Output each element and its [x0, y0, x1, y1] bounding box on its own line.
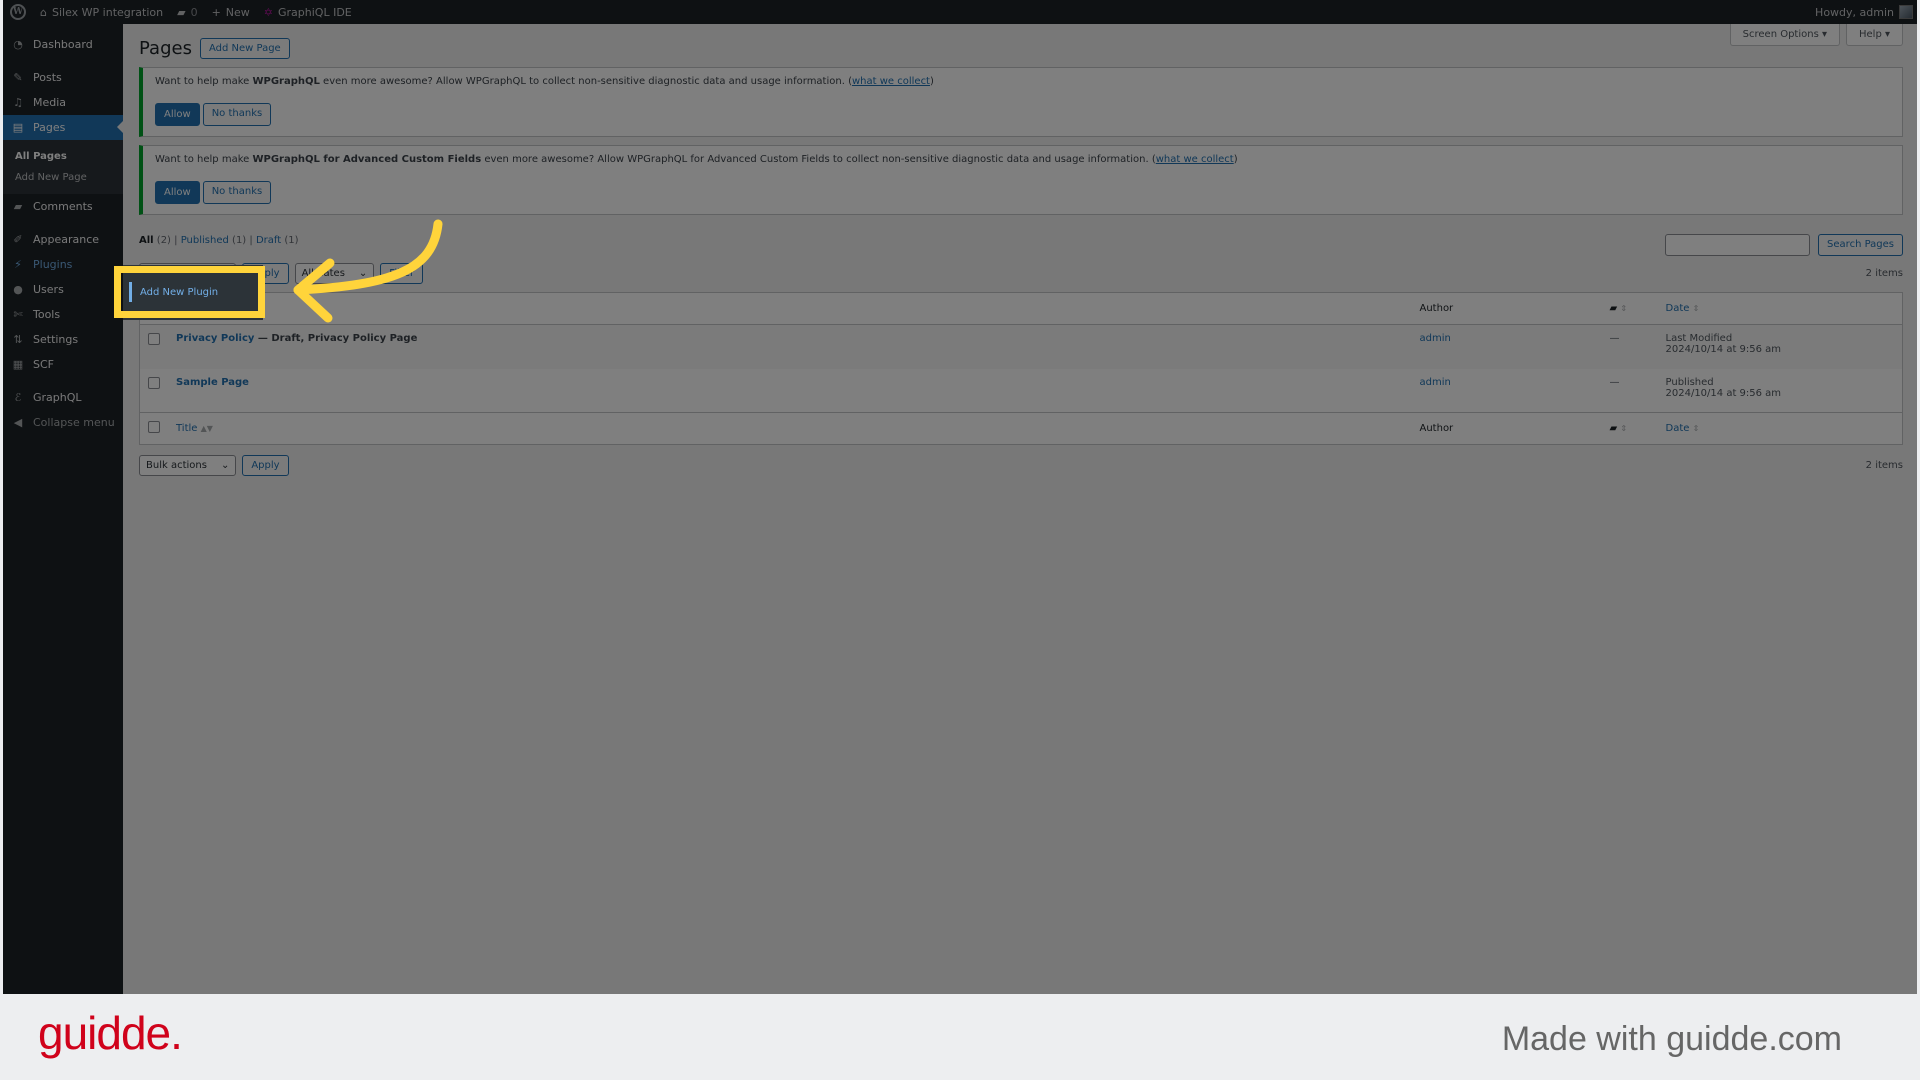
row-checkbox[interactable]: [148, 376, 160, 389]
admin-bar: W ⌂ Silex WP integration ▰ 0 + New ✡ GraphiQ…: [3, 0, 1917, 24]
tablenav-bottom: Bulk actions ⌄ Apply 2 items: [139, 455, 1903, 476]
page-title: Pages: [139, 38, 192, 59]
sidebar-item-appearance[interactable]: ✐ Appearance: [3, 227, 123, 252]
sidebar-item-scf[interactable]: ▦ SCF: [3, 352, 123, 377]
highlight-box: [114, 266, 265, 318]
apply-button[interactable]: Apply: [242, 455, 289, 476]
comment-icon[interactable]: ▰: [1610, 303, 1618, 314]
sidebar-item-dashboard[interactable]: ◔ Dashboard: [3, 32, 123, 57]
graphiql-ide-link[interactable]: ✡ GraphiQL IDE: [257, 0, 359, 24]
sidebar-item-media[interactable]: ♫ Media: [3, 90, 123, 115]
pages-submenu: All Pages Add New Page: [3, 140, 123, 194]
wordpress-icon: W: [10, 4, 26, 20]
admin-sidebar: ◔ Dashboard ✎ Posts ♫ Media ▤ Pages All Page…: [3, 24, 123, 994]
row-checkbox[interactable]: [148, 333, 160, 345]
sidebar-item-pages[interactable]: ▤ Pages: [3, 115, 123, 140]
wrench-icon: ✄: [13, 308, 23, 321]
title-column-sort[interactable]: Title: [176, 423, 197, 434]
sort-icon: ▲▼: [200, 424, 213, 433]
comment-icon: ▰: [177, 5, 186, 19]
bulk-actions-select[interactable]: Bulk actions⌄: [139, 455, 237, 476]
comments-link[interactable]: ▰ 0: [170, 0, 204, 24]
pin-icon: ✎: [13, 71, 23, 84]
dashboard-icon: ◔: [13, 38, 23, 51]
search-pages-button[interactable]: Search Pages: [1818, 234, 1903, 256]
comment-icon: ▰: [13, 200, 23, 213]
search-input[interactable]: [1665, 234, 1811, 256]
user-icon: ●: [13, 283, 23, 296]
author-link[interactable]: admin: [1420, 333, 1451, 344]
sort-icon: ⇕: [1620, 424, 1628, 433]
brush-icon: ✐: [13, 233, 23, 246]
pages-icon: ▤: [12, 121, 24, 134]
sort-icon: ⇕: [1692, 304, 1700, 313]
sidebar-item-tools[interactable]: ✄ Tools: [3, 302, 123, 327]
guidde-footer: guidde. Made with guidde.com: [0, 994, 1920, 1080]
comment-icon[interactable]: ▰: [1610, 423, 1618, 434]
collapse-icon: ◀: [13, 416, 23, 429]
sidebar-item-posts[interactable]: ✎ Posts: [3, 65, 123, 90]
new-content-link[interactable]: + New: [205, 0, 257, 24]
filter-all[interactable]: All: [139, 235, 154, 246]
home-icon: ⌂: [40, 5, 47, 19]
filter-draft[interactable]: Draft: [256, 235, 281, 246]
what-we-collect-link[interactable]: what we collect: [1156, 154, 1234, 165]
sidebar-item-settings[interactable]: ⇅ Settings: [3, 327, 123, 352]
grid-icon: ▦: [12, 358, 24, 371]
made-with-guidde: Made with guidde.com: [1501, 1020, 1842, 1058]
settings-icon: ⇅: [13, 333, 23, 346]
table-row: Privacy Policy — Draft, Privacy Policy P…: [139, 324, 1903, 369]
wpgraphql-tracking-notice: Want to help make WPGraphQL even more aw…: [139, 67, 1903, 137]
graphql-icon: ℰ: [14, 391, 22, 404]
allow-button[interactable]: Allow: [155, 181, 200, 204]
my-account-link[interactable]: Howdy, admin: [1808, 0, 1917, 24]
what-we-collect-link[interactable]: what we collect: [852, 76, 930, 87]
add-new-page-button[interactable]: Add New Page: [199, 38, 290, 59]
screen-options-button[interactable]: Screen Options ▾: [1729, 24, 1840, 46]
allow-button[interactable]: Allow: [155, 103, 200, 126]
table-row: Sample Page admin — Published 2024/10/14 …: [140, 369, 1903, 413]
sidebar-item-plugins[interactable]: ⚡ Plugins: [3, 252, 123, 277]
help-button[interactable]: Help ▾: [1846, 24, 1903, 46]
chevron-down-icon: ⌄: [220, 460, 230, 471]
search-box: Search Pages: [1665, 234, 1903, 256]
plugin-icon: ⚡: [14, 258, 22, 271]
wp-logo-button[interactable]: W: [3, 0, 33, 24]
items-count: 2 items: [1865, 460, 1903, 471]
sidebar-item-graphql[interactable]: ℰ GraphQL: [3, 385, 123, 410]
filter-published[interactable]: Published: [181, 235, 229, 246]
submenu-add-new-page[interactable]: Add New Page: [3, 167, 123, 188]
items-count: 2 items: [1865, 267, 1903, 279]
sort-icon: ⇕: [1692, 424, 1700, 433]
wp-admin-window: W ⌂ Silex WP integration ▰ 0 + New ✡ GraphiQ…: [3, 0, 1917, 994]
wpgraphql-acf-tracking-notice: Want to help make WPGraphQL for Advanced…: [139, 145, 1903, 215]
no-thanks-button[interactable]: No thanks: [202, 181, 272, 204]
media-icon: ♫: [13, 96, 23, 109]
guidde-logo: guidde.: [38, 1007, 183, 1059]
sidebar-item-comments[interactable]: ▰ Comments: [3, 194, 123, 219]
select-all-checkbox[interactable]: [148, 421, 160, 433]
avatar: [1899, 5, 1913, 19]
sidebar-item-users[interactable]: ● Users: [3, 277, 123, 302]
submenu-all-pages[interactable]: All Pages: [3, 146, 123, 167]
no-thanks-button[interactable]: No thanks: [202, 103, 272, 126]
collapse-menu-button[interactable]: ◀ Collapse menu: [3, 410, 123, 435]
pointer-arrow-icon: [293, 219, 443, 323]
plus-icon: +: [211, 5, 221, 19]
date-column-sort[interactable]: Date: [1666, 303, 1690, 314]
graphql-icon: ✡: [263, 5, 273, 19]
sort-icon: ⇕: [1620, 304, 1628, 313]
date-column-sort[interactable]: Date: [1666, 423, 1690, 434]
page-title-link[interactable]: Privacy Policy: [176, 333, 254, 344]
site-name-link[interactable]: ⌂ Silex WP integration: [33, 0, 170, 24]
page-title-link[interactable]: Sample Page: [176, 377, 249, 388]
author-link[interactable]: admin: [1420, 377, 1451, 388]
